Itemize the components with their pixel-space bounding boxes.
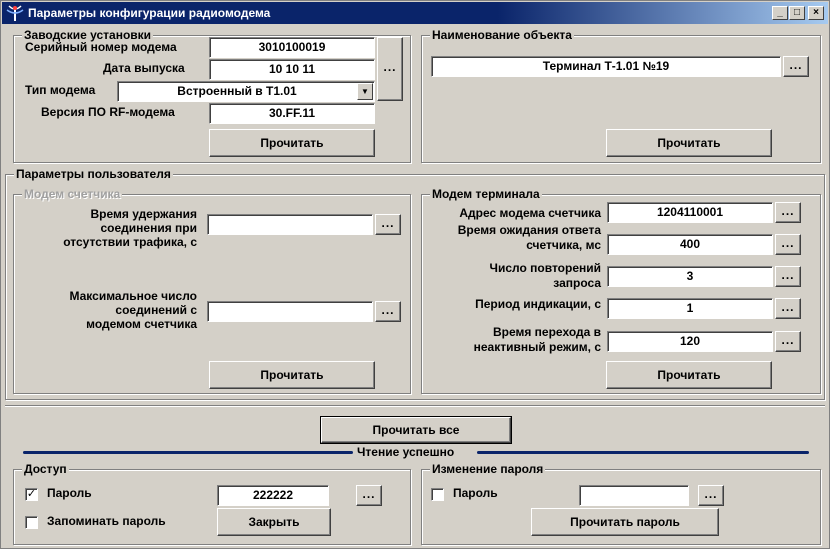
window-title: Параметры конфигурации радиомодема: [28, 6, 271, 20]
change-password-edit-button[interactable]: ...: [698, 485, 724, 506]
retry-count-label-2: запроса: [553, 276, 601, 290]
response-wait-edit-button[interactable]: ...: [775, 234, 801, 255]
separator: [5, 405, 825, 407]
remember-password-label: Запоминать пароль: [47, 514, 166, 528]
max-connections-label-3: модемом счетчика: [86, 317, 197, 331]
remember-password-checkbox[interactable]: [25, 516, 38, 529]
read-all-button[interactable]: Прочитать все: [320, 416, 512, 444]
modem-type-value: Встроенный в Т1.01: [177, 84, 297, 98]
title-bar[interactable]: Параметры конфигурации радиомодема _ □ ×: [2, 2, 828, 24]
status-line-left: [23, 451, 353, 454]
serial-number-label: Серийный номер модема: [25, 40, 177, 54]
modem-type-label: Тип модема: [25, 83, 96, 97]
meter-modem-read-button[interactable]: Прочитать: [209, 361, 375, 389]
change-password-checkbox[interactable]: [431, 488, 444, 501]
terminal-modem-legend: Модем терминала: [430, 187, 542, 201]
hold-time-label-2: соединения при: [100, 221, 197, 235]
serial-number-field[interactable]: 3010100019: [209, 37, 375, 58]
change-password-label: Пароль: [453, 486, 498, 500]
release-date-field[interactable]: 10 10 11: [209, 59, 375, 80]
response-wait-field[interactable]: 400: [607, 234, 773, 255]
inactive-mode-label-2: неактивный режим, с: [473, 340, 601, 354]
minimize-button[interactable]: _: [772, 6, 788, 20]
password-label: Пароль: [47, 486, 92, 500]
hold-time-label-3: отсутствии трафика, с: [63, 235, 197, 249]
indication-period-label: Период индикации, с: [475, 297, 601, 311]
meter-address-label: Адрес модема счетчика: [459, 206, 601, 220]
change-password-field[interactable]: [579, 485, 689, 506]
password-checkbox[interactable]: ✓: [25, 488, 38, 501]
retry-count-edit-button[interactable]: ...: [775, 266, 801, 287]
response-wait-label-2: счетчика, мс: [526, 238, 601, 252]
object-name-legend: Наименование объекта: [430, 28, 574, 42]
access-legend: Доступ: [22, 462, 69, 476]
max-connections-label-1: Максимальное число: [69, 289, 197, 303]
status-text: Чтение успешно: [357, 445, 455, 459]
config-window: Параметры конфигурации радиомодема _ □ ×…: [0, 0, 830, 549]
max-connections-field[interactable]: [207, 301, 373, 322]
factory-read-button[interactable]: Прочитать: [209, 129, 375, 157]
meter-modem-legend: Модем счетчика: [22, 187, 123, 201]
chevron-down-icon[interactable]: ▼: [357, 83, 373, 100]
password-field[interactable]: 222222: [217, 485, 329, 506]
hold-time-field[interactable]: [207, 214, 373, 235]
inactive-mode-field[interactable]: 120: [607, 331, 773, 352]
indication-period-edit-button[interactable]: ...: [775, 298, 801, 319]
close-access-button[interactable]: Закрыть: [217, 508, 331, 536]
max-connections-edit-button[interactable]: ...: [375, 301, 401, 322]
meter-address-edit-button[interactable]: ...: [775, 202, 801, 223]
user-parameters-legend: Параметры пользователя: [14, 167, 173, 181]
inactive-mode-label-1: Время перехода в: [492, 325, 601, 339]
firmware-version-field[interactable]: 30.FF.11: [209, 103, 375, 124]
retry-count-field[interactable]: 3: [607, 266, 773, 287]
max-connections-label-2: соединений с: [115, 303, 197, 317]
object-name-field[interactable]: Терминал Т-1.01 №19: [431, 56, 781, 77]
maximize-button[interactable]: □: [789, 6, 805, 20]
inactive-mode-edit-button[interactable]: ...: [775, 331, 801, 352]
status-line-right: [477, 451, 809, 454]
hold-time-label-1: Время удержания: [90, 207, 197, 221]
factory-edit-button[interactable]: ...: [377, 37, 403, 101]
object-name-edit-button[interactable]: ...: [783, 56, 809, 77]
password-edit-button[interactable]: ...: [356, 485, 382, 506]
change-password-legend: Изменение пароля: [430, 462, 546, 476]
modem-type-select[interactable]: Встроенный в Т1.01 ▼: [117, 81, 375, 102]
firmware-version-label: Версия ПО RF-модема: [41, 105, 175, 119]
hold-time-edit-button[interactable]: ...: [375, 214, 401, 235]
access-group: Доступ: [13, 462, 411, 545]
release-date-label: Дата выпуска: [103, 61, 185, 75]
app-antenna-icon: [6, 5, 24, 21]
terminal-modem-read-button[interactable]: Прочитать: [606, 361, 772, 389]
retry-count-label-1: Число повторений: [489, 261, 601, 275]
object-read-button[interactable]: Прочитать: [606, 129, 772, 157]
read-password-button[interactable]: Прочитать пароль: [531, 508, 719, 536]
indication-period-field[interactable]: 1: [607, 298, 773, 319]
meter-address-field[interactable]: 1204110001: [607, 202, 773, 223]
response-wait-label-1: Время ожидания ответа: [457, 223, 601, 237]
close-button[interactable]: ×: [808, 6, 824, 20]
